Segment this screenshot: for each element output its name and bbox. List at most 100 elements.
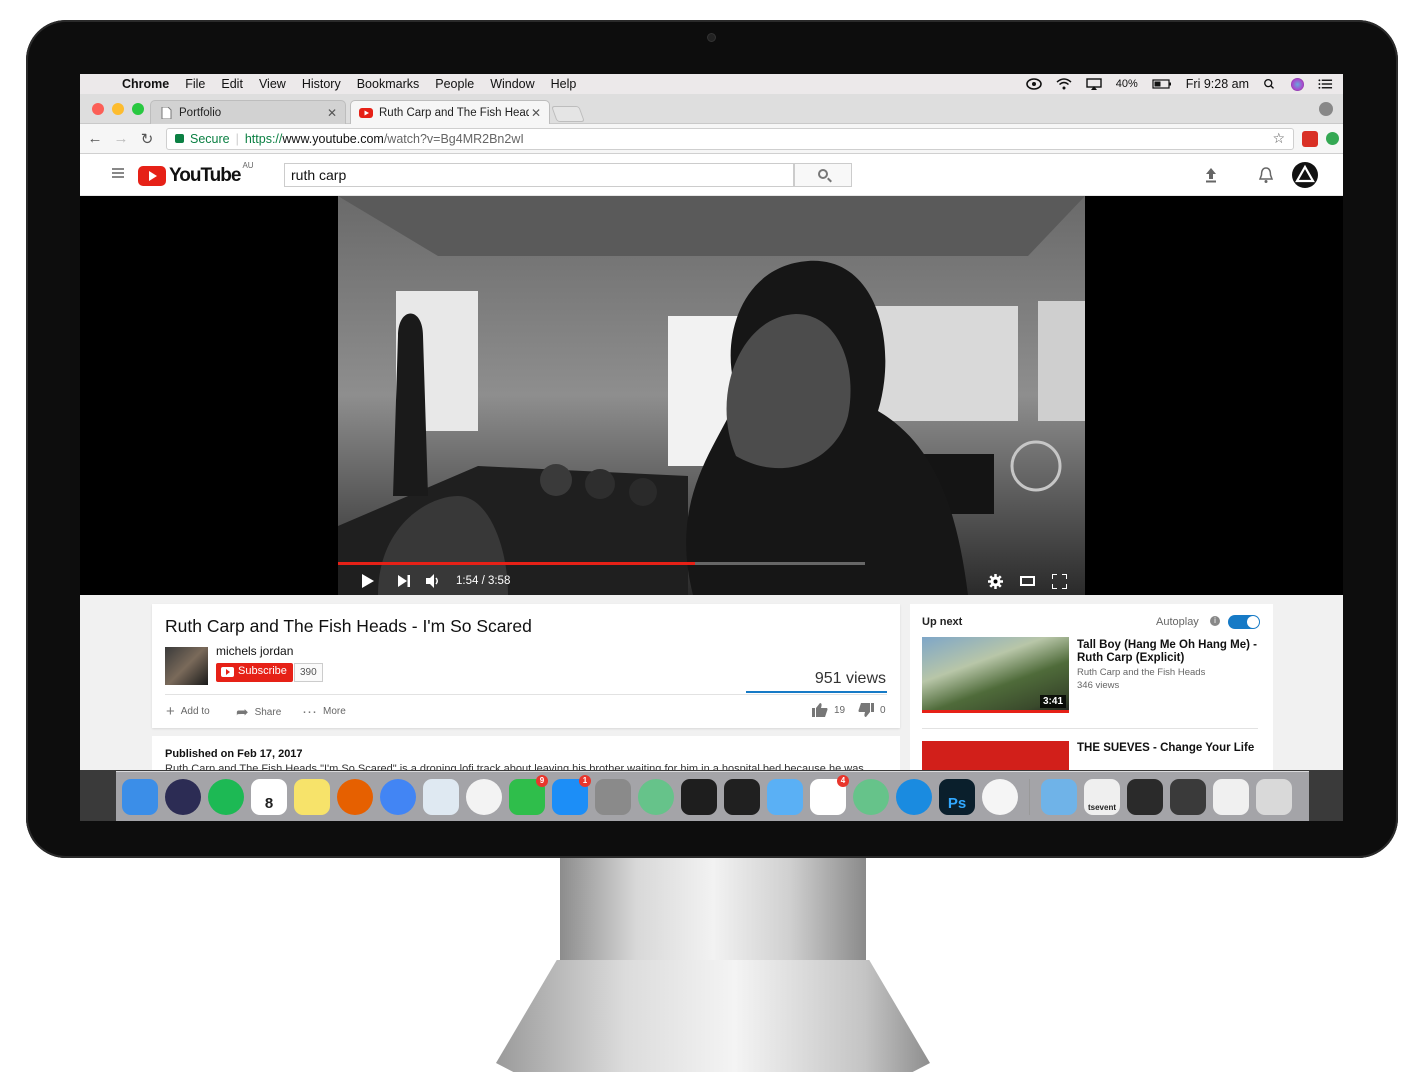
dock-activity-monitor-icon[interactable]	[724, 778, 760, 815]
tab-label: Ruth Carp and The Fish Heads	[379, 106, 529, 119]
tab-label: Portfolio	[179, 106, 222, 119]
separator: |	[235, 131, 239, 146]
progress-bar-played[interactable]	[338, 562, 695, 565]
info-icon[interactable]: i	[1210, 616, 1220, 626]
dock-downloads-folder-icon[interactable]	[1041, 778, 1077, 815]
like-button[interactable]: 19	[812, 703, 845, 717]
play-icon[interactable]	[362, 574, 374, 588]
dock-spotify-icon[interactable]	[208, 778, 244, 815]
dock-system-preferences-icon[interactable]	[595, 778, 631, 815]
dock-app-store-icon[interactable]: 1	[552, 774, 591, 815]
dock-window-thumbnail-3-icon[interactable]	[1170, 778, 1206, 815]
wifi-icon[interactable]	[1056, 78, 1072, 90]
related-video-title[interactable]: THE SUEVES - Change Your Life	[1077, 742, 1267, 755]
volume-icon[interactable]	[426, 574, 440, 588]
dock-photos-icon[interactable]	[466, 778, 502, 815]
reload-icon[interactable]: ↻	[136, 130, 158, 148]
video-frame[interactable]	[338, 196, 1085, 595]
green-extension-icon[interactable]	[1326, 132, 1339, 145]
menu-item-people[interactable]: People	[435, 77, 474, 91]
dock-atom-beta-icon[interactable]	[853, 778, 889, 815]
menu-item-edit[interactable]: Edit	[221, 77, 243, 91]
settings-gear-icon[interactable]	[988, 574, 1003, 589]
subscribe-label: Subscribe	[238, 665, 287, 677]
notification-center-icon[interactable]	[1318, 78, 1333, 90]
dock-facetime-icon[interactable]: 9	[509, 774, 548, 815]
siri-menu-icon[interactable]	[1291, 77, 1304, 91]
menu-item-help[interactable]: Help	[551, 77, 577, 91]
forward-arrow-icon[interactable]: →	[110, 130, 132, 147]
dock-siri-icon[interactable]	[165, 778, 201, 815]
channel-avatar[interactable]	[165, 647, 208, 685]
dock-window-thumbnail-1-icon[interactable]: tsevent	[1084, 778, 1120, 815]
dock-safari-icon[interactable]	[896, 778, 932, 815]
dislike-button[interactable]: 0	[858, 703, 886, 717]
notifications-bell-icon[interactable]	[1257, 166, 1275, 184]
search-button[interactable]	[794, 163, 852, 187]
menu-item-file[interactable]: File	[185, 77, 205, 91]
close-tab-icon[interactable]: ✕	[531, 106, 541, 120]
dock-calendar-icon[interactable]: 8	[251, 778, 287, 815]
upload-icon[interactable]	[1202, 166, 1220, 184]
subscribe-button[interactable]: Subscribe	[216, 663, 293, 682]
next-video-icon[interactable]	[398, 575, 410, 587]
related-video-title[interactable]: Tall Boy (Hang Me Oh Hang Me) - Ruth Car…	[1077, 639, 1267, 665]
account-avatar[interactable]	[1292, 162, 1318, 188]
search-input[interactable]: ruth carp	[284, 163, 794, 187]
menu-item-history[interactable]: History	[302, 77, 341, 91]
url-scheme: https://	[244, 131, 283, 146]
tab-youtube-video[interactable]: Ruth Carp and The Fish Heads ✕	[350, 100, 550, 124]
dock-slack-icon[interactable]: 4	[810, 774, 849, 815]
theater-mode-icon[interactable]	[1020, 576, 1035, 586]
dock-messages-icon[interactable]	[767, 778, 803, 815]
close-window-button[interactable]	[92, 103, 104, 115]
dock-notes-icon[interactable]	[294, 778, 330, 815]
dock-preview-icon[interactable]	[423, 778, 459, 815]
airplay-icon[interactable]	[1086, 78, 1102, 90]
fullscreen-icon[interactable]	[1052, 574, 1067, 589]
add-to-button[interactable]: + Add to	[166, 703, 210, 720]
dock-window-thumbnail-4-icon[interactable]	[1213, 778, 1249, 815]
menu-item-window[interactable]: Window	[490, 77, 534, 91]
zoom-window-button[interactable]	[132, 103, 144, 115]
close-tab-icon[interactable]: ✕	[327, 106, 337, 120]
minimize-window-button[interactable]	[112, 103, 124, 115]
document-icon	[161, 106, 172, 119]
tab-portfolio[interactable]: Portfolio ✕	[150, 100, 346, 124]
calendar-extension-icon[interactable]	[1302, 130, 1318, 147]
spotlight-search-icon[interactable]	[1263, 78, 1277, 90]
profile-icon[interactable]	[1319, 102, 1333, 116]
share-button[interactable]: ➦ Share	[236, 703, 281, 721]
menu-item-view[interactable]: View	[259, 77, 286, 91]
back-arrow-icon[interactable]: ←	[84, 130, 106, 147]
youtube-logo[interactable]: YouTube AU	[138, 161, 254, 187]
related-video-thumbnail[interactable]: 3:41	[922, 637, 1069, 713]
view-count: 951 views	[814, 670, 886, 687]
channel-name[interactable]: michels jordan	[216, 644, 293, 658]
video-player[interactable]: 1:54 / 3:58	[80, 196, 1343, 595]
menu-app-name[interactable]: Chrome	[122, 77, 169, 91]
guide-menu-icon[interactable]	[112, 168, 124, 178]
creative-cloud-icon[interactable]	[1025, 78, 1042, 90]
dock-terminal-icon[interactable]	[681, 778, 717, 815]
new-tab-button[interactable]	[551, 106, 585, 122]
youtube-header: YouTube AU ruth carp	[80, 154, 1343, 196]
dock-firefox-icon[interactable]	[337, 778, 373, 815]
dock-chrome-icon[interactable]	[380, 778, 416, 815]
bookmark-star-icon[interactable]: ☆	[1272, 130, 1285, 147]
watched-indicator	[922, 710, 1069, 713]
dock: 8 9 1 4 Ps tsevent	[116, 771, 1309, 821]
dock-atom-icon[interactable]	[638, 778, 674, 815]
dock-window-thumbnail-2-icon[interactable]	[1127, 778, 1163, 815]
autoplay-toggle[interactable]	[1228, 615, 1260, 629]
dock-trash-icon[interactable]	[1256, 778, 1292, 815]
more-label: More	[323, 706, 346, 717]
more-button[interactable]: ··· More	[302, 703, 346, 720]
battery-icon[interactable]	[1152, 78, 1172, 90]
dock-finder-icon[interactable]	[122, 778, 158, 815]
dock-itunes-icon[interactable]	[982, 778, 1018, 815]
menu-item-bookmarks[interactable]: Bookmarks	[357, 77, 420, 91]
dock-photoshop-icon[interactable]: Ps	[939, 778, 975, 815]
address-bar[interactable]: Secure | https:// www.youtube.com /watch…	[166, 127, 1294, 150]
menu-clock[interactable]: Fri 9:28 am	[1186, 77, 1249, 91]
